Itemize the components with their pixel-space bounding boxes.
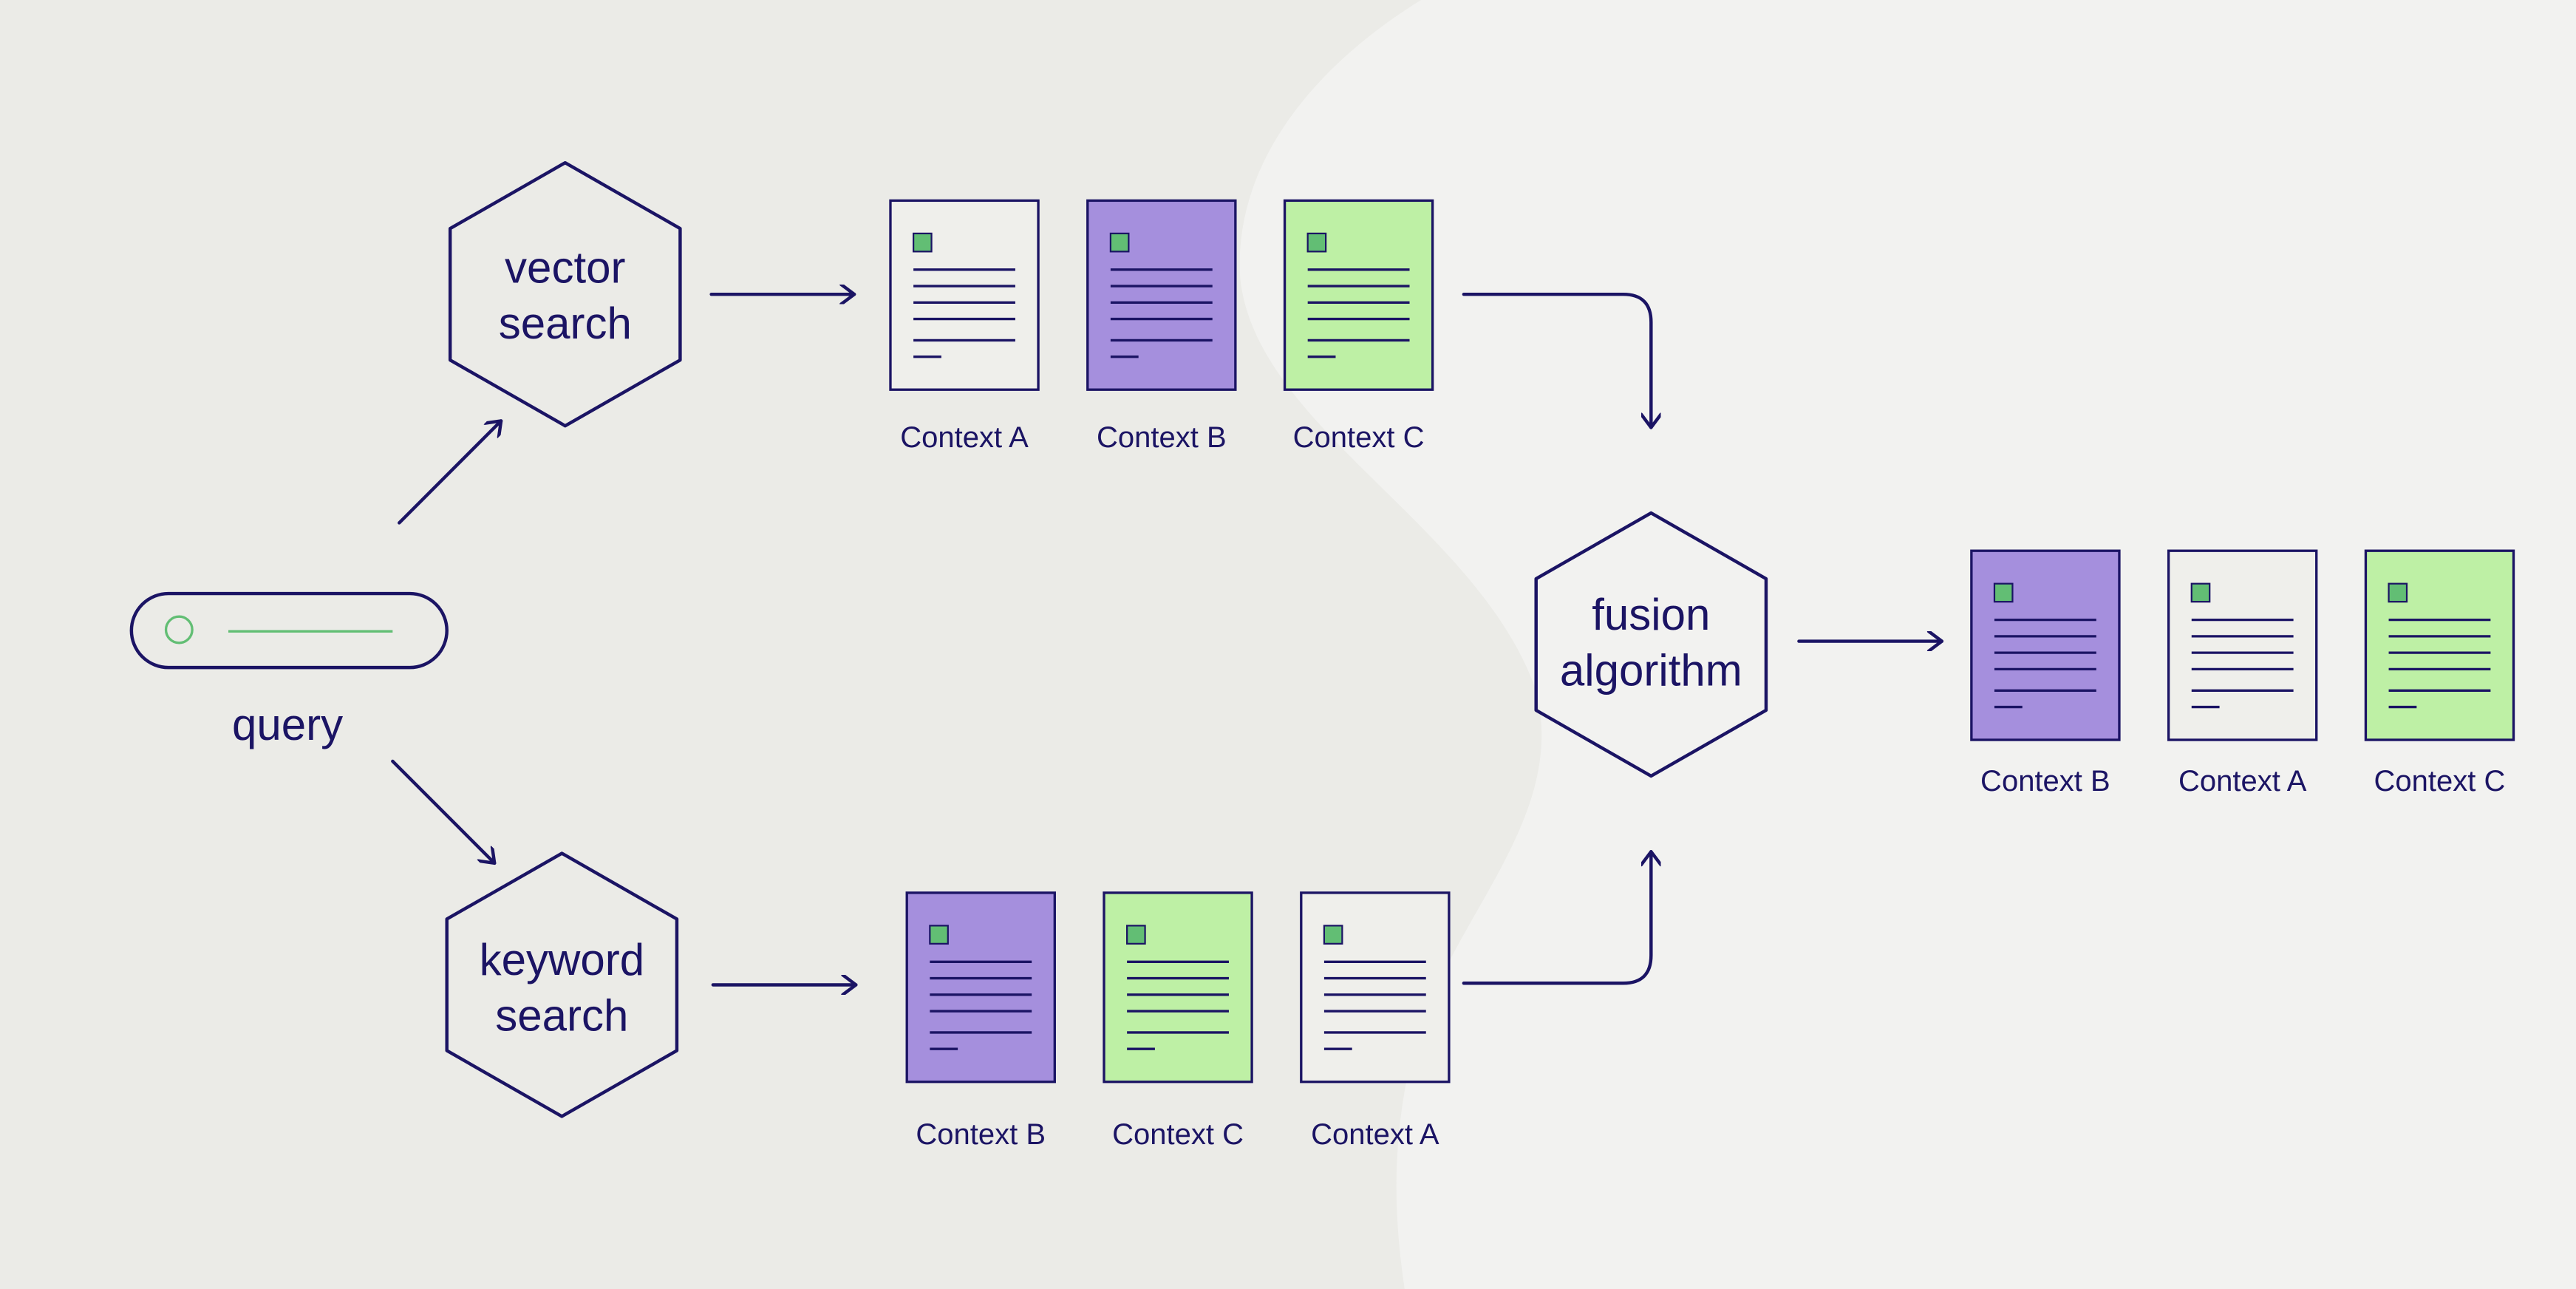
document-page: [1103, 891, 1253, 1084]
context-label: Context A: [1311, 1118, 1439, 1151]
document-image-icon: [1306, 232, 1327, 253]
document-page: [889, 199, 1040, 391]
document-page: [1300, 891, 1451, 1084]
document-image-icon: [912, 232, 933, 253]
document-page: [1086, 199, 1237, 391]
document-page: [2167, 549, 2318, 741]
document-page: [1970, 549, 2121, 741]
document-image-icon: [1109, 232, 1130, 253]
document-image-icon: [2190, 582, 2211, 603]
context-label: Context B: [1980, 765, 2110, 797]
keyword-search-label-2: search: [495, 991, 628, 1041]
context-label: Context C: [1293, 421, 1425, 454]
context-label: Context C: [2374, 765, 2506, 797]
context-label: Context B: [1097, 421, 1227, 454]
document-image-icon: [2388, 582, 2408, 603]
context-label: Context B: [916, 1118, 1046, 1151]
context-label: Context C: [1112, 1118, 1244, 1151]
vector-search-label-2: search: [499, 299, 632, 348]
hybrid-search-diagram: query vector search keyword search fusio…: [0, 0, 2576, 1289]
document-page: [2364, 549, 2515, 741]
context-label: Context A: [900, 421, 1029, 454]
context-label: Context A: [2178, 765, 2307, 797]
vector-search-label-1: vector: [505, 243, 625, 293]
document-image-icon: [1993, 582, 2014, 603]
document-page: [905, 891, 1056, 1084]
keyword-search-label-1: keyword: [480, 935, 644, 984]
document-image-icon: [1126, 925, 1146, 945]
fusion-label-1: fusion: [1592, 590, 1710, 639]
query-label: query: [232, 700, 343, 749]
document-image-icon: [929, 925, 949, 945]
fusion-label-2: algorithm: [1560, 646, 1742, 695]
document-image-icon: [1323, 925, 1343, 945]
document-page: [1283, 199, 1434, 391]
